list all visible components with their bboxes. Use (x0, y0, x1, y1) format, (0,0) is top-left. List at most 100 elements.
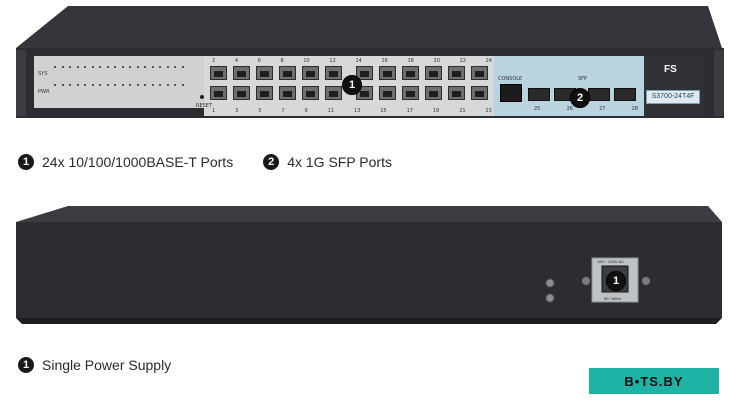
sfp-port-28[interactable] (614, 88, 636, 101)
status-led (129, 84, 131, 86)
port-num: 9 (304, 108, 308, 114)
port-num: 21 (459, 108, 466, 114)
port-num: 1 (212, 108, 216, 114)
status-led (136, 84, 139, 86)
status-led (99, 84, 101, 86)
port-num: 10 (303, 58, 310, 64)
status-led (69, 84, 71, 86)
rj45-port[interactable] (471, 86, 488, 100)
port-num: 3 (235, 108, 239, 114)
status-led (54, 84, 56, 86)
status-led (174, 84, 176, 86)
port-numbers-top: 2 4 6 8 10 12 14 16 18 20 22 24 (212, 58, 492, 64)
port-num: 16 (381, 58, 388, 64)
rj45-port[interactable] (325, 66, 342, 80)
status-led (121, 84, 124, 86)
rj45-port[interactable] (210, 86, 227, 100)
rj45-port[interactable] (448, 66, 465, 80)
port-num: 23 (485, 108, 492, 114)
callout-ports: 1 (342, 75, 362, 95)
back-legend: 1 Single Power Supply (18, 357, 193, 373)
ground-screw-top (545, 278, 555, 288)
ground-screw-bottom (545, 293, 555, 303)
port-num: 6 (257, 58, 261, 64)
pwr-label: PWR (38, 89, 50, 95)
callout-sfp: 2 (570, 88, 590, 108)
port-num: 19 (432, 108, 440, 114)
port-num: 17 (406, 108, 413, 114)
rj45-port[interactable] (256, 86, 273, 100)
port-num: 20 (433, 58, 440, 64)
rj45-port[interactable] (256, 66, 273, 80)
back-chassis-bottom (16, 318, 722, 324)
status-led (106, 84, 109, 86)
power-screw-left (582, 277, 590, 285)
reset-button[interactable] (200, 95, 204, 99)
rj45-port[interactable] (302, 86, 319, 100)
port-num: 4 (234, 58, 239, 64)
rj45-port[interactable] (402, 66, 419, 80)
status-led (174, 66, 176, 68)
rj45-port[interactable] (471, 66, 488, 80)
legend-text: 24x 10/100/1000BASE-T Ports (42, 154, 234, 170)
status-led (61, 66, 64, 68)
rj45-port[interactable] (425, 86, 442, 100)
port-num: 24 (485, 58, 492, 64)
front-right-ear (714, 50, 724, 116)
rj45-port[interactable] (279, 86, 296, 100)
rj45-port[interactable] (425, 66, 442, 80)
reset-label: RESET (196, 103, 213, 109)
rj45-port[interactable] (402, 86, 419, 100)
sys-label: SYS (38, 71, 48, 77)
rj45-port[interactable] (279, 66, 296, 80)
status-led (54, 66, 56, 68)
status-led (159, 66, 161, 68)
power-screw-right (642, 277, 650, 285)
console-label: CONSOLE (498, 76, 523, 82)
rj45-port[interactable] (302, 66, 319, 80)
port-num: 12 (329, 58, 336, 64)
status-led (84, 84, 86, 86)
sfp-label: SFP (578, 76, 588, 82)
power-frequency-label: 50 / 60Hz (604, 296, 622, 301)
legend-text: 4x 1G SFP Ports (287, 154, 392, 170)
rj45-port[interactable] (325, 86, 342, 100)
rj45-port[interactable] (210, 66, 227, 80)
port-num: 14 (355, 58, 362, 64)
brand-logo: FS (664, 64, 677, 75)
status-led (106, 66, 109, 68)
status-led (99, 66, 101, 68)
console-port[interactable] (500, 84, 522, 102)
sfp-port-27[interactable] (588, 88, 610, 101)
sfp-numbers: 25 26 27 28 (534, 106, 638, 112)
port-num: 7 (281, 108, 285, 114)
legend-item-rj45: 1 24x 10/100/1000BASE-T Ports (18, 154, 233, 170)
status-led (121, 66, 124, 68)
rj45-port[interactable] (233, 86, 250, 100)
status-led (129, 66, 131, 68)
legend-item-sfp: 2 4x 1G SFP Ports (263, 154, 392, 170)
port-num: 11 (327, 108, 334, 114)
status-led (144, 66, 146, 68)
legend-num: 2 (263, 154, 280, 170)
port-num: 5 (258, 108, 262, 114)
status-led (76, 66, 79, 68)
front-faceplate-left (34, 56, 204, 108)
rj45-port[interactable] (379, 86, 396, 100)
sfp-num: 27 (599, 106, 606, 112)
port-num: 18 (407, 58, 414, 64)
status-led (61, 84, 64, 86)
sfp-num: 26 (566, 106, 573, 112)
rj45-port[interactable] (379, 66, 396, 80)
rj45-port[interactable] (233, 66, 250, 80)
legend-num: 1 (18, 154, 34, 170)
back-chassis-top (16, 206, 722, 222)
status-led (114, 66, 116, 68)
status-led (166, 84, 169, 86)
status-led (69, 66, 71, 68)
port-num: 8 (280, 58, 284, 64)
sfp-port-25[interactable] (528, 88, 550, 101)
port-num: 2 (212, 58, 216, 64)
rj45-port[interactable] (448, 86, 465, 100)
port-num: 15 (380, 108, 387, 114)
